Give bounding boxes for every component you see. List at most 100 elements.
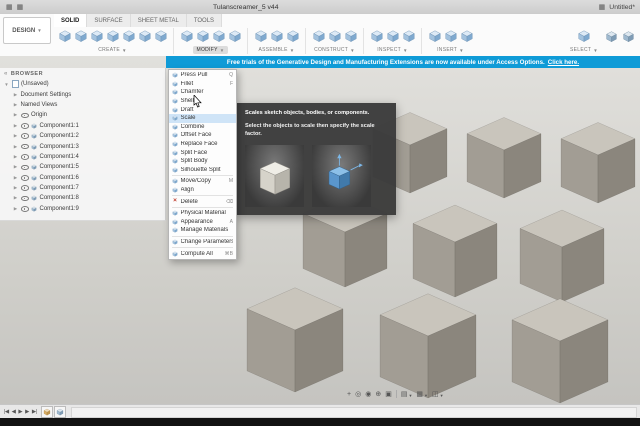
- document-tab-title[interactable]: Tulanscreamer_5 v44: [213, 0, 278, 14]
- menu-item-offset-face[interactable]: Offset Face: [169, 131, 236, 140]
- new-component-icon[interactable]: [253, 29, 268, 44]
- extrude-icon[interactable]: [89, 29, 104, 44]
- visibility-eye-icon[interactable]: [21, 165, 29, 171]
- ribbon-group-label-assemble[interactable]: ASSEMBLE▼: [255, 46, 297, 54]
- apps-grid-icon[interactable]: ▦: [599, 4, 606, 11]
- collapsed-arrow-icon[interactable]: ▶: [13, 123, 18, 129]
- menu-item-compute-all[interactable]: Compute All⌘B: [169, 249, 236, 258]
- create-sketch-icon[interactable]: [73, 29, 88, 44]
- menu-item-fillet[interactable]: FilletF: [169, 80, 236, 89]
- ribbon-group-label-construct[interactable]: CONSTRUCT▼: [311, 46, 358, 54]
- menu-item-delete[interactable]: ×Delete⌫: [169, 197, 236, 206]
- measure-icon[interactable]: [369, 29, 384, 44]
- skip-start-icon[interactable]: |◀: [3, 409, 10, 415]
- orbit-icon[interactable]: ◎: [355, 391, 361, 398]
- collapsed-arrow-icon[interactable]: ▶: [13, 144, 18, 150]
- menu-item-align[interactable]: Align: [169, 186, 236, 195]
- timeline-feature-2[interactable]: [54, 406, 66, 418]
- play-icon[interactable]: ▶: [17, 409, 23, 415]
- tab-solid[interactable]: SOLID: [54, 14, 87, 27]
- menu-item-manage-materials[interactable]: Manage Materials: [169, 226, 236, 235]
- visibility-eye-icon[interactable]: [21, 154, 29, 160]
- banner-link[interactable]: Click here.: [548, 59, 579, 66]
- tab-sheet-metal[interactable]: SHEET METAL: [131, 14, 187, 27]
- tab-surface[interactable]: SURFACE: [87, 14, 130, 27]
- section-analysis-icon[interactable]: [385, 29, 400, 44]
- browser-item-component1-2[interactable]: ▶Component1:2: [0, 131, 165, 141]
- ribbon-group-label-select[interactable]: SELECT▼: [567, 46, 601, 54]
- menu-item-press-pull[interactable]: Press PullQ: [169, 71, 236, 80]
- fit-icon[interactable]: ▣: [385, 391, 392, 398]
- step-back-icon[interactable]: ◀: [11, 409, 17, 415]
- menu-item-appearance[interactable]: AppearanceA: [169, 218, 236, 227]
- new-component-icon[interactable]: [57, 29, 72, 44]
- expanded-arrow-icon[interactable]: ▼: [4, 82, 9, 87]
- visibility-eye-icon[interactable]: [21, 113, 29, 119]
- timeline-track[interactable]: [71, 407, 637, 418]
- collapsed-arrow-icon[interactable]: ▶: [13, 164, 18, 170]
- browser-item-origin[interactable]: ▶Origin: [0, 110, 165, 120]
- insert-derive-icon[interactable]: [427, 29, 442, 44]
- browser-item-unsaved[interactable]: ▼(Unsaved): [0, 79, 165, 89]
- ribbon-group-label-inspect[interactable]: INSPECT▼: [374, 46, 411, 54]
- collapsed-arrow-icon[interactable]: ▶: [13, 133, 18, 139]
- menu-item-physical-material[interactable]: Physical Material: [169, 209, 236, 218]
- browser-item-component1-5[interactable]: ▶Component1:5: [0, 162, 165, 172]
- apps-grid-icon[interactable]: ▦: [6, 4, 13, 11]
- browser-item-named-views[interactable]: ▶Named Views: [0, 100, 165, 110]
- shell-icon[interactable]: [211, 29, 226, 44]
- collapse-panel-icon[interactable]: «: [4, 71, 8, 77]
- menu-item-scale[interactable]: Scale: [169, 114, 236, 123]
- visibility-eye-icon[interactable]: [21, 133, 29, 139]
- browser-item-component1-8[interactable]: ▶Component1:8: [0, 193, 165, 203]
- axis-icon[interactable]: [327, 29, 342, 44]
- hole-icon[interactable]: [153, 29, 168, 44]
- sweep-icon[interactable]: [121, 29, 136, 44]
- joint-icon[interactable]: [269, 29, 284, 44]
- menu-item-move-copy[interactable]: Move/CopyM: [169, 177, 236, 186]
- collapsed-arrow-icon[interactable]: ▶: [13, 112, 18, 118]
- collapsed-arrow-icon[interactable]: ▶: [13, 154, 18, 160]
- extensions-icon[interactable]: [604, 29, 619, 44]
- menu-item-chamfer[interactable]: Chamfer: [169, 88, 236, 97]
- browser-item-component1-6[interactable]: ▶Component1:6: [0, 173, 165, 183]
- skip-end-icon[interactable]: ▶|: [31, 409, 38, 415]
- select-icon[interactable]: [576, 29, 591, 44]
- menu-item-shell[interactable]: Shell: [169, 97, 236, 106]
- menu-item-change-parameters[interactable]: Change Parameters: [169, 238, 236, 247]
- collapsed-arrow-icon[interactable]: ▶: [13, 195, 18, 201]
- timeline-feature-1[interactable]: [41, 406, 53, 418]
- look-at-icon[interactable]: ◉: [365, 391, 371, 398]
- notifications-icon[interactable]: [621, 29, 636, 44]
- visibility-eye-icon[interactable]: [21, 206, 29, 212]
- fillet-icon[interactable]: [195, 29, 210, 44]
- decal-icon[interactable]: [443, 29, 458, 44]
- browser-item-component1-4[interactable]: ▶Component1:4: [0, 152, 165, 162]
- browser-item-document-settings[interactable]: ▶Document Settings: [0, 89, 165, 99]
- loft-icon[interactable]: [137, 29, 152, 44]
- insert-mesh-icon[interactable]: [459, 29, 474, 44]
- press-pull-icon[interactable]: [179, 29, 194, 44]
- step-forward-icon[interactable]: ▶: [24, 409, 30, 415]
- browser-item-component1-3[interactable]: ▶Component1:3: [0, 141, 165, 151]
- menu-item-split-face[interactable]: Split Face: [169, 148, 236, 157]
- collapsed-arrow-icon[interactable]: ▶: [13, 92, 18, 98]
- visibility-eye-icon[interactable]: [21, 196, 29, 202]
- menu-item-silhouette-split[interactable]: Silhouette Split: [169, 166, 236, 175]
- menu-item-replace-face[interactable]: Replace Face: [169, 140, 236, 149]
- browser-item-component1-7[interactable]: ▶Component1:7: [0, 183, 165, 193]
- tab-tools[interactable]: TOOLS: [187, 14, 222, 27]
- workspace-selector[interactable]: DESIGN ▼: [3, 17, 51, 44]
- motion-link-icon[interactable]: [285, 29, 300, 44]
- ribbon-group-label-modify[interactable]: MODIFY▼: [193, 46, 227, 54]
- collapsed-arrow-icon[interactable]: ▶: [13, 102, 18, 108]
- visibility-eye-icon[interactable]: [21, 144, 29, 150]
- window-grid-icon[interactable]: ▦: [17, 4, 24, 11]
- menu-item-split-body[interactable]: Split Body: [169, 157, 236, 166]
- point-icon[interactable]: [343, 29, 358, 44]
- visibility-eye-icon[interactable]: [21, 185, 29, 191]
- browser-item-component1-1[interactable]: ▶Component1:1: [0, 121, 165, 131]
- display-settings-icon[interactable]: ▤▼: [401, 391, 413, 398]
- visibility-eye-icon[interactable]: [21, 123, 29, 129]
- zoom-icon[interactable]: ⊕: [375, 391, 381, 398]
